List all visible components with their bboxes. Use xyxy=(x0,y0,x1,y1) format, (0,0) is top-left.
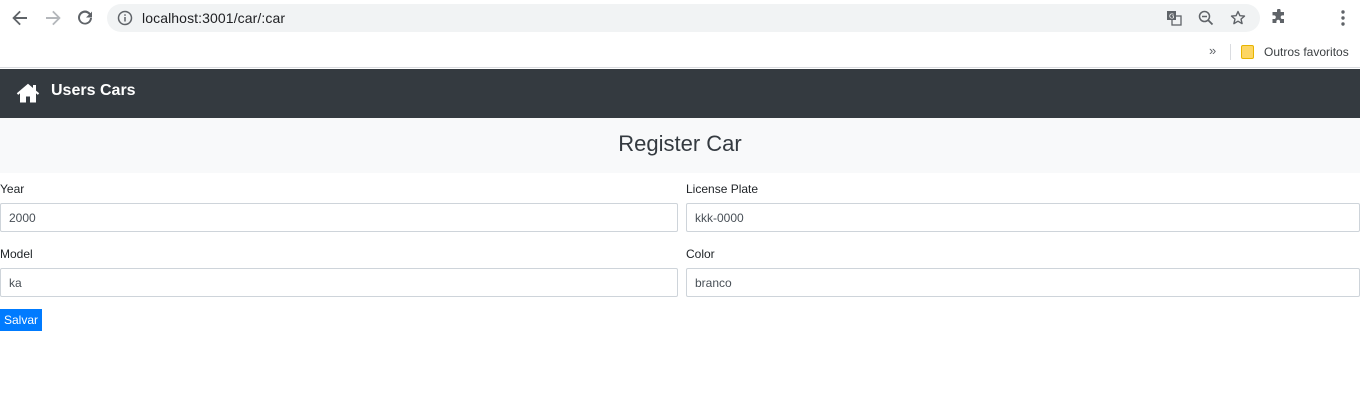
reload-icon xyxy=(78,10,92,25)
translate-icon: G xyxy=(1167,11,1182,26)
url-text[interactable]: localhost:3001/car/:car xyxy=(142,10,285,26)
year-label: Year xyxy=(0,182,25,196)
page-title: Register Car xyxy=(618,131,742,156)
translate-button[interactable]: G xyxy=(1166,10,1182,26)
reload-button[interactable] xyxy=(73,6,97,30)
save-button[interactable]: Salvar xyxy=(0,309,42,331)
home-icon[interactable] xyxy=(16,81,40,105)
browser-toolbar: localhost:3001/car/:car G xyxy=(0,0,1360,36)
bookmarks-bar: » Outros favoritos xyxy=(0,36,1360,68)
year-input[interactable] xyxy=(0,203,678,232)
forward-button[interactable] xyxy=(41,6,65,30)
svg-text:G: G xyxy=(1169,13,1174,21)
color-input[interactable] xyxy=(686,268,1360,297)
puzzle-icon[interactable] xyxy=(1270,9,1288,27)
arrow-right-icon xyxy=(46,10,61,26)
arrow-left-icon xyxy=(12,10,27,26)
zoom-button[interactable] xyxy=(1198,10,1214,26)
model-input[interactable] xyxy=(0,268,678,297)
model-label: Model xyxy=(0,247,33,261)
license-plate-input[interactable] xyxy=(686,203,1360,232)
back-button[interactable] xyxy=(8,6,32,30)
license-plate-label: License Plate xyxy=(686,182,759,196)
folder-icon xyxy=(1241,45,1254,59)
bookmarks-overflow-button[interactable]: » xyxy=(1209,43,1216,58)
app-navbar: Users Cars xyxy=(0,69,1360,118)
address-bar[interactable]: localhost:3001/car/:car G xyxy=(107,4,1260,32)
zoom-out-icon xyxy=(1198,10,1214,26)
star-icon xyxy=(1230,10,1246,25)
bookmarks-divider xyxy=(1230,44,1231,60)
color-label: Color xyxy=(686,247,715,261)
page-header: Register Car xyxy=(0,118,1360,173)
nav-link-users[interactable]: Users xyxy=(51,82,95,100)
bookmark-star-button[interactable] xyxy=(1230,10,1246,26)
nav-link-cars[interactable]: Cars xyxy=(100,82,136,100)
kebab-menu-icon[interactable] xyxy=(1336,8,1350,28)
info-icon[interactable] xyxy=(117,10,133,26)
other-bookmarks-label: Outros favoritos xyxy=(1264,45,1349,59)
other-bookmarks-folder[interactable]: Outros favoritos xyxy=(1241,42,1349,62)
